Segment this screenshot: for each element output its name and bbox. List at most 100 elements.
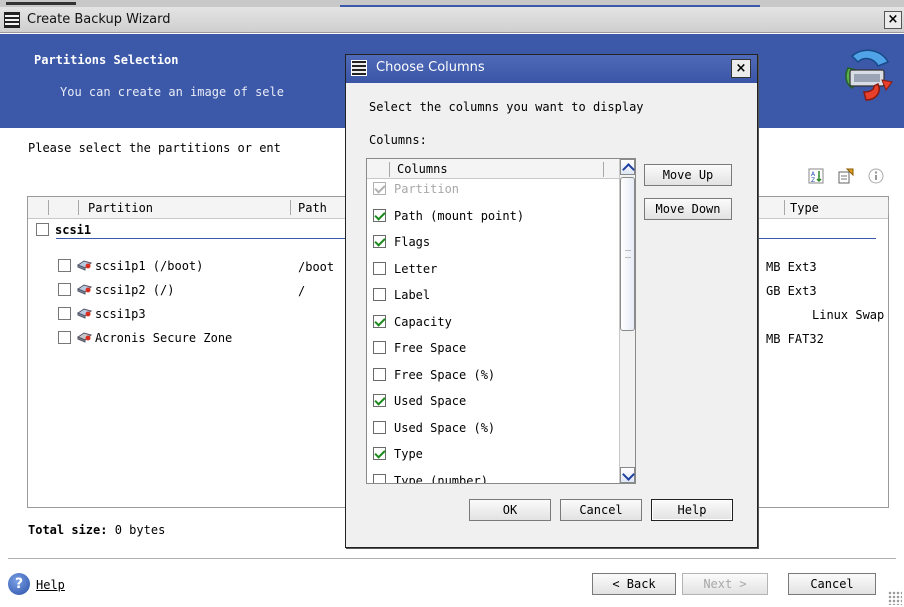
acronis-backup-icon [845,49,893,101]
partition-type: Linux Swap [812,308,885,322]
partition-path: / [298,284,306,298]
resize-grip[interactable] [888,591,902,605]
back-button[interactable]: < Back [592,573,676,595]
row-checkbox[interactable] [58,283,71,296]
column-option-label: Letter [394,261,438,276]
column-option[interactable]: Flags [373,235,430,253]
help-circle-icon[interactable]: ? [8,573,30,595]
column-separator[interactable] [888,200,889,215]
scroll-down-arrow-icon[interactable] [620,467,635,483]
column-header-partition[interactable]: Partition [88,201,153,215]
list-scrollbar[interactable] [619,159,635,483]
hard-disk-icon [77,284,92,295]
column-option-label: Label [394,288,431,302]
column-checkbox[interactable] [373,341,386,354]
secure-zone-icon [77,332,92,343]
row-checkbox[interactable] [58,259,71,272]
group-checkbox[interactable] [36,223,49,236]
help-link-label: Help [36,578,65,592]
column-option[interactable]: Path (mount point) [373,208,525,227]
info-icon[interactable] [868,168,884,184]
window-close-button[interactable]: × [884,11,902,29]
column-option-label: Type [394,447,423,461]
column-option-label: Free Space (%) [394,367,496,382]
row-checkbox[interactable] [58,307,71,320]
list-header: Columns [367,159,619,179]
scroll-thumb[interactable] [620,177,635,331]
window-titlebar: Create Backup Wizard × [0,7,904,33]
table-row[interactable]: Acronis Secure Zone [58,331,232,349]
columns-list[interactable]: Columns Partition Path (mount point) Flags… [366,158,636,484]
column-checkbox [373,182,386,195]
column-checkbox[interactable] [373,208,386,222]
svg-text:Z: Z [811,177,815,184]
sort-icon[interactable]: AZ [808,168,824,184]
next-button[interactable]: Next > [682,573,768,595]
column-checkbox[interactable] [373,314,386,328]
row-checkbox[interactable] [58,331,71,344]
table-row[interactable]: scsi1p2 (/) [58,283,174,301]
column-separator[interactable] [48,200,49,215]
column-option-label: Used Space [394,394,467,408]
table-row[interactable]: scsi1p3 [58,307,146,325]
dialog-close-button[interactable]: × [731,59,751,78]
column-separator[interactable] [78,200,79,215]
column-option[interactable]: Label [373,288,430,306]
column-option[interactable]: Used Space [373,394,466,412]
total-size: Total size: 0 bytes [28,523,165,537]
column-option-label: Flags [394,235,431,249]
column-option[interactable]: Used Space (%) [373,420,496,439]
cancel-button[interactable]: Cancel [788,573,876,595]
column-option-label: Partition [394,182,460,196]
move-up-button[interactable]: Move Up [644,164,732,186]
total-size-value: 0 bytes [114,523,166,537]
move-down-label: Move Down [655,202,721,216]
column-option[interactable]: Type (number) [373,473,488,483]
move-up-label: Move Up [662,168,714,182]
dialog-help-button[interactable]: Help [651,499,733,521]
column-header-path[interactable]: Path [298,201,327,215]
column-separator[interactable] [290,200,291,215]
column-option[interactable]: Free Space [373,341,466,359]
ok-button[interactable]: OK [469,499,551,521]
hard-disk-icon [77,308,92,319]
column-checkbox[interactable] [373,261,386,275]
column-checkbox[interactable] [373,447,386,460]
column-separator [389,162,390,177]
column-option[interactable]: Capacity [373,314,452,333]
column-checkbox[interactable] [373,420,386,434]
column-checkbox[interactable] [373,473,386,483]
column-separator [603,162,604,177]
total-size-label: Total size: [28,523,108,537]
table-row[interactable]: scsi1p1 (/boot) [58,259,203,277]
partition-type: MB FAT32 [766,332,824,346]
column-option[interactable]: Free Space (%) [373,367,496,386]
list-header-label[interactable]: Columns [397,162,448,176]
column-separator[interactable] [784,200,785,215]
hard-disk-icon [77,260,92,271]
column-option[interactable]: Type [373,447,423,465]
column-option: Partition [373,182,459,200]
column-checkbox[interactable] [373,288,386,301]
page-title: Partitions Selection [34,53,179,67]
screen-top-strip [0,0,904,7]
column-option[interactable]: Letter [373,261,438,280]
properties-icon[interactable] [838,168,854,184]
choose-columns-dialog: Choose Columns × Select the columns you … [345,54,758,548]
partition-name: scsi1p3 [95,307,146,321]
help-link[interactable]: Help [36,578,65,592]
column-checkbox[interactable] [373,394,386,407]
column-option-label: Used Space (%) [394,420,496,435]
dialog-cancel-button[interactable]: Cancel [560,499,642,521]
column-option-label: Path (mount point) [394,208,525,223]
partition-path: /boot [298,260,335,274]
move-down-button[interactable]: Move Down [644,198,732,220]
column-option-label: Free Space [394,341,467,355]
column-checkbox[interactable] [373,367,386,381]
column-header-type[interactable]: Type [790,201,819,215]
column-checkbox[interactable] [373,235,386,248]
scroll-up-arrow-icon[interactable] [620,159,635,175]
window-menu-icon[interactable] [4,12,20,28]
dialog-menu-icon[interactable] [351,60,367,76]
columns-label: Columns: [369,133,427,147]
